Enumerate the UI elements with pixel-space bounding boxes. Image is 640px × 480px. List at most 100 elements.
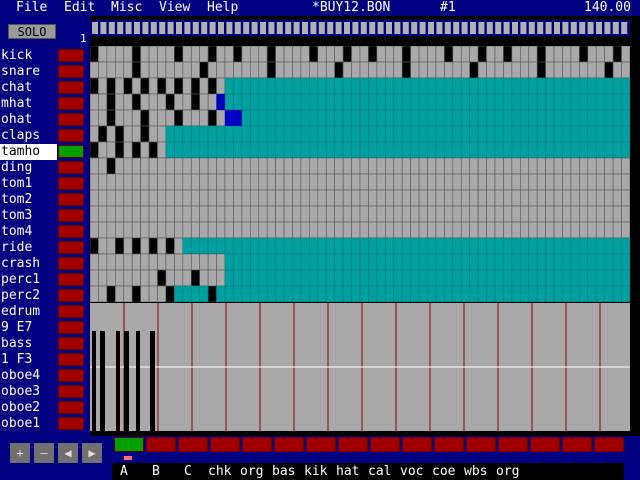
pattern-slot[interactable] (594, 437, 624, 452)
track-mute-button[interactable] (58, 385, 84, 398)
track-mute-button[interactable] (58, 289, 84, 302)
step-off (325, 125, 335, 143)
track-label[interactable]: snare (0, 64, 57, 80)
step-off (621, 237, 630, 255)
track-mute-button[interactable] (58, 193, 84, 206)
step-off (325, 141, 335, 159)
pattern-slot[interactable] (434, 437, 464, 452)
pattern-slot[interactable] (402, 437, 432, 452)
pattern-name[interactable]: hat (336, 463, 359, 480)
step-off (233, 205, 243, 223)
track-label[interactable]: claps (0, 128, 57, 144)
step-off (494, 157, 504, 175)
menu-view[interactable]: View (159, 0, 190, 16)
pattern-slot[interactable] (210, 437, 240, 452)
pattern-name[interactable]: cal (368, 463, 391, 480)
step-off (385, 237, 395, 255)
add-pattern-button[interactable]: + (10, 443, 30, 463)
scroll-left-button[interactable]: ◀ (58, 443, 78, 463)
track-mute-button[interactable] (58, 225, 84, 238)
track-mute-button[interactable] (58, 113, 84, 126)
track-label[interactable]: kick (0, 48, 57, 64)
track-label[interactable]: oboe1 (0, 416, 57, 432)
pattern-name[interactable]: wbs (464, 463, 487, 480)
track-label[interactable]: ding (0, 160, 57, 176)
track-label[interactable]: tom4 (0, 224, 57, 240)
pattern-name[interactable]: coe (432, 463, 455, 480)
step-ruler[interactable] (90, 20, 630, 36)
track-mute-button[interactable] (58, 273, 84, 286)
pattern-slot[interactable] (178, 437, 208, 452)
track-label[interactable]: perc2 (0, 288, 57, 304)
track-mute-button[interactable] (58, 417, 84, 430)
ruler-step (545, 22, 552, 34)
step-grid[interactable] (90, 46, 630, 302)
solo-button[interactable]: SOLO (8, 24, 56, 39)
track-label[interactable]: tom2 (0, 192, 57, 208)
pattern-slot[interactable] (530, 437, 560, 452)
step-off (562, 269, 572, 287)
track-label[interactable]: ohat (0, 112, 57, 128)
pattern-name[interactable]: org (496, 463, 519, 480)
track-label[interactable]: 9 E7 (0, 320, 57, 336)
pattern-name[interactable]: A (120, 463, 128, 480)
track-label[interactable]: mhat (0, 96, 57, 112)
pattern-slot[interactable] (466, 437, 496, 452)
track-mute-button[interactable] (58, 305, 84, 318)
pattern-slot[interactable] (498, 437, 528, 452)
pattern-slot[interactable] (114, 437, 144, 452)
track-label[interactable]: ride (0, 240, 57, 256)
piano-roll[interactable] (90, 303, 630, 431)
pattern-slot[interactable] (562, 437, 592, 452)
remove-pattern-button[interactable]: – (34, 443, 54, 463)
track-mute-button[interactable] (58, 257, 84, 270)
track-label[interactable]: tamho (0, 144, 57, 160)
track-mute-button[interactable] (58, 241, 84, 254)
track-mute-button[interactable] (58, 337, 84, 350)
scroll-right-button[interactable]: ▶ (82, 443, 102, 463)
track-label[interactable]: oboe4 (0, 368, 57, 384)
track-label[interactable]: oboe2 (0, 400, 57, 416)
menu-file[interactable]: File (16, 0, 47, 16)
pattern-name[interactable]: org (240, 463, 263, 480)
pattern-slot[interactable] (338, 437, 368, 452)
pattern-slot[interactable] (274, 437, 304, 452)
track-label[interactable]: crash (0, 256, 57, 272)
track-mute-button[interactable] (58, 321, 84, 334)
track-label[interactable]: chat (0, 80, 57, 96)
menu-help[interactable]: Help (207, 0, 238, 16)
track-label[interactable]: 1 F3 (0, 352, 57, 368)
track-mute-button[interactable] (58, 145, 84, 158)
track-label[interactable]: bass (0, 336, 57, 352)
pattern-name[interactable]: C (184, 463, 192, 480)
pattern-name[interactable]: chk (208, 463, 231, 480)
track-mute-button[interactable] (58, 401, 84, 414)
pattern-slot[interactable] (306, 437, 336, 452)
track-label[interactable]: oboe3 (0, 384, 57, 400)
pattern-name[interactable]: bas (272, 463, 295, 480)
pattern-name[interactable]: voc (400, 463, 423, 480)
menu-edit[interactable]: Edit (64, 0, 95, 16)
track-label[interactable]: tom3 (0, 208, 57, 224)
track-mute-button[interactable] (58, 129, 84, 142)
pattern-slot[interactable] (146, 437, 176, 452)
track-mute-button[interactable] (58, 209, 84, 222)
step-off (460, 237, 470, 255)
menu-misc[interactable]: Misc (111, 0, 142, 16)
track-label[interactable]: perc1 (0, 272, 57, 288)
ruler-step (436, 22, 443, 34)
pattern-slot[interactable] (370, 437, 400, 452)
track-mute-button[interactable] (58, 65, 84, 78)
track-mute-button[interactable] (58, 177, 84, 190)
track-mute-button[interactable] (58, 369, 84, 382)
track-mute-button[interactable] (58, 97, 84, 110)
track-mute-button[interactable] (58, 81, 84, 94)
pattern-name[interactable]: B (152, 463, 160, 480)
track-mute-button[interactable] (58, 49, 84, 62)
track-label[interactable]: edrum (0, 304, 57, 320)
track-mute-button[interactable] (58, 353, 84, 366)
pattern-slot[interactable] (242, 437, 272, 452)
track-mute-button[interactable] (58, 161, 84, 174)
pattern-name[interactable]: kik (304, 463, 327, 480)
track-label[interactable]: tom1 (0, 176, 57, 192)
